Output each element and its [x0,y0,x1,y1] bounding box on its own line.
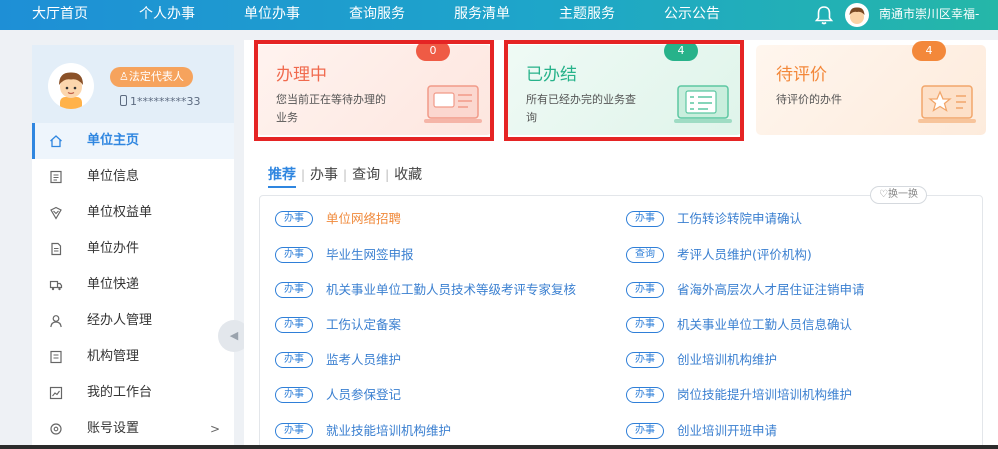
service-tag: 办事 [275,282,313,298]
bottom-border [0,445,998,449]
nav-notice[interactable]: 公示公告 [664,0,720,30]
service-tag: 办事 [275,423,313,439]
service-tag: 办事 [275,387,313,403]
shield-icon [50,206,62,220]
nav-query[interactable]: 查询服务 [349,0,405,30]
service-tag: 办事 [626,317,664,333]
service-name[interactable]: 工伤转诊转院申请确认 [677,209,802,229]
highlight-frame [504,40,744,141]
service-tag: 办事 [275,317,313,333]
refresh-icon: ♡ [879,189,888,200]
avatar [48,63,94,109]
phone-icon [120,95,127,106]
service-name[interactable]: 考评人员维护(评价机构) [677,245,812,265]
service-tag: 办事 [626,423,664,439]
tab-affairs[interactable]: 办事 [310,164,338,184]
count-value: 4 [925,44,933,57]
nav-service-list[interactable]: 服务清单 [454,0,510,30]
role-label: 法定代表人 [128,70,184,83]
top-navigation: 大厅首页 个人办事 单位办事 查询服务 服务清单 主题服务 公示公告 南通市崇川… [0,0,998,30]
service-tag: 办事 [275,211,313,227]
nav-unit[interactable]: 单位办事 [244,0,300,30]
service-name[interactable]: 岗位技能提升培训培训机构维护 [677,385,852,405]
service-tabs: 推荐 | 办事 | 查询 | 收藏 [268,164,422,188]
sidebar-item-unit-express[interactable]: 单位快递 [32,267,234,303]
phone-number: 1*********33 [120,95,201,108]
tab-favorites[interactable]: 收藏 [394,164,422,184]
sidebar-item-unit-info[interactable]: 单位信息 [32,159,234,195]
card-title: 待评价 [776,65,827,85]
card-description: 待评价的办件 [776,93,842,106]
service-name[interactable]: 工伤认定备案 [326,315,401,335]
chevron-left-icon: ◀ [229,329,239,342]
service-name[interactable]: 监考人员维护 [326,350,401,370]
bell-icon[interactable] [813,4,835,26]
file-icon [51,242,62,256]
service-tag: 办事 [626,352,664,368]
nav-theme[interactable]: 主题服务 [559,0,615,30]
chart-icon [49,386,63,400]
gear-icon [50,423,62,435]
sidebar-item-label: 单位主页 [87,133,140,148]
service-name[interactable]: 就业技能培训机构维护 [326,421,451,441]
user-name[interactable]: 南通市崇川区幸福- [879,0,979,28]
service-name[interactable]: 毕业生网签申报 [326,245,414,265]
card-pending-evaluation[interactable]: 4 待评价 待评价的办件 [756,41,986,135]
service-tag: 办事 [275,352,313,368]
sidebar-item-label: 单位信息 [87,169,140,184]
service-name[interactable]: 单位网络招聘 [326,209,401,229]
truck-icon [49,280,63,291]
sidebar-item-org-mgmt[interactable]: 机构管理 [32,339,234,375]
count-badge: 4 [912,41,946,61]
service-name[interactable]: 创业培训开班申请 [677,421,777,441]
sidebar-item-label: 单位办件 [87,241,140,256]
star-illustration-icon [918,85,976,123]
sidebar-item-unit-files[interactable]: 单位办件 [32,231,234,267]
highlight-frame [254,40,494,141]
refresh-button[interactable]: ♡换一换 [870,186,927,204]
refresh-label: 换一换 [887,189,918,200]
org-icon [50,350,62,364]
tab-separator: | [343,168,348,182]
sidebar: ♙法定代表人 1*********33 单位主页 单位信息 单位权益单 单位办件… [32,45,234,449]
home-icon [50,135,62,148]
service-tag: 办事 [275,247,313,263]
sidebar-item-label: 机构管理 [87,349,140,364]
sidebar-item-unit-home[interactable]: 单位主页 [32,123,234,159]
service-name[interactable]: 人员参保登记 [326,385,401,405]
sidebar-item-account-settings[interactable]: 账号设置 > [32,411,234,447]
service-tag: 办事 [626,282,664,298]
service-tag: 办事 [626,387,664,403]
sidebar-item-label: 我的工作台 [87,385,153,400]
phone-text: 1*********33 [130,95,201,108]
tab-recommend[interactable]: 推荐 [268,164,296,188]
document-icon [50,170,62,184]
service-name[interactable]: 机关事业单位工勤人员技术等级考评专家复核 [326,280,576,300]
tab-query[interactable]: 查询 [352,164,380,184]
tab-separator: | [301,168,306,182]
service-name[interactable]: 创业培训机构维护 [677,350,777,370]
tab-separator: | [385,168,390,182]
service-name[interactable]: 省海外高层次人才居住证注销申请 [677,280,865,300]
user-avatar[interactable] [845,3,869,27]
sidebar-item-unit-rights[interactable]: 单位权益单 [32,195,234,231]
sidebar-item-label: 经办人管理 [87,313,153,328]
service-tag: 查询 [626,247,664,263]
nav-personal[interactable]: 个人办事 [139,0,195,30]
role-badge: ♙法定代表人 [110,67,193,87]
chevron-right-icon: > [209,422,220,436]
sidebar-item-label: 单位权益单 [87,205,153,220]
service-name[interactable]: 机关事业单位工勤人员信息确认 [677,315,852,335]
user-badge-icon: ♙ [119,70,129,83]
profile-panel: ♙法定代表人 1*********33 [32,45,234,123]
service-tag: 办事 [626,211,664,227]
sidebar-item-label: 账号设置 [87,421,140,436]
sidebar-item-label: 单位快递 [87,277,140,292]
sidebar-item-workbench[interactable]: 我的工作台 [32,375,234,411]
sidebar-item-agent-mgmt[interactable]: 经办人管理 [32,303,234,339]
nav-home[interactable]: 大厅首页 [32,0,88,30]
person-icon [50,315,62,328]
